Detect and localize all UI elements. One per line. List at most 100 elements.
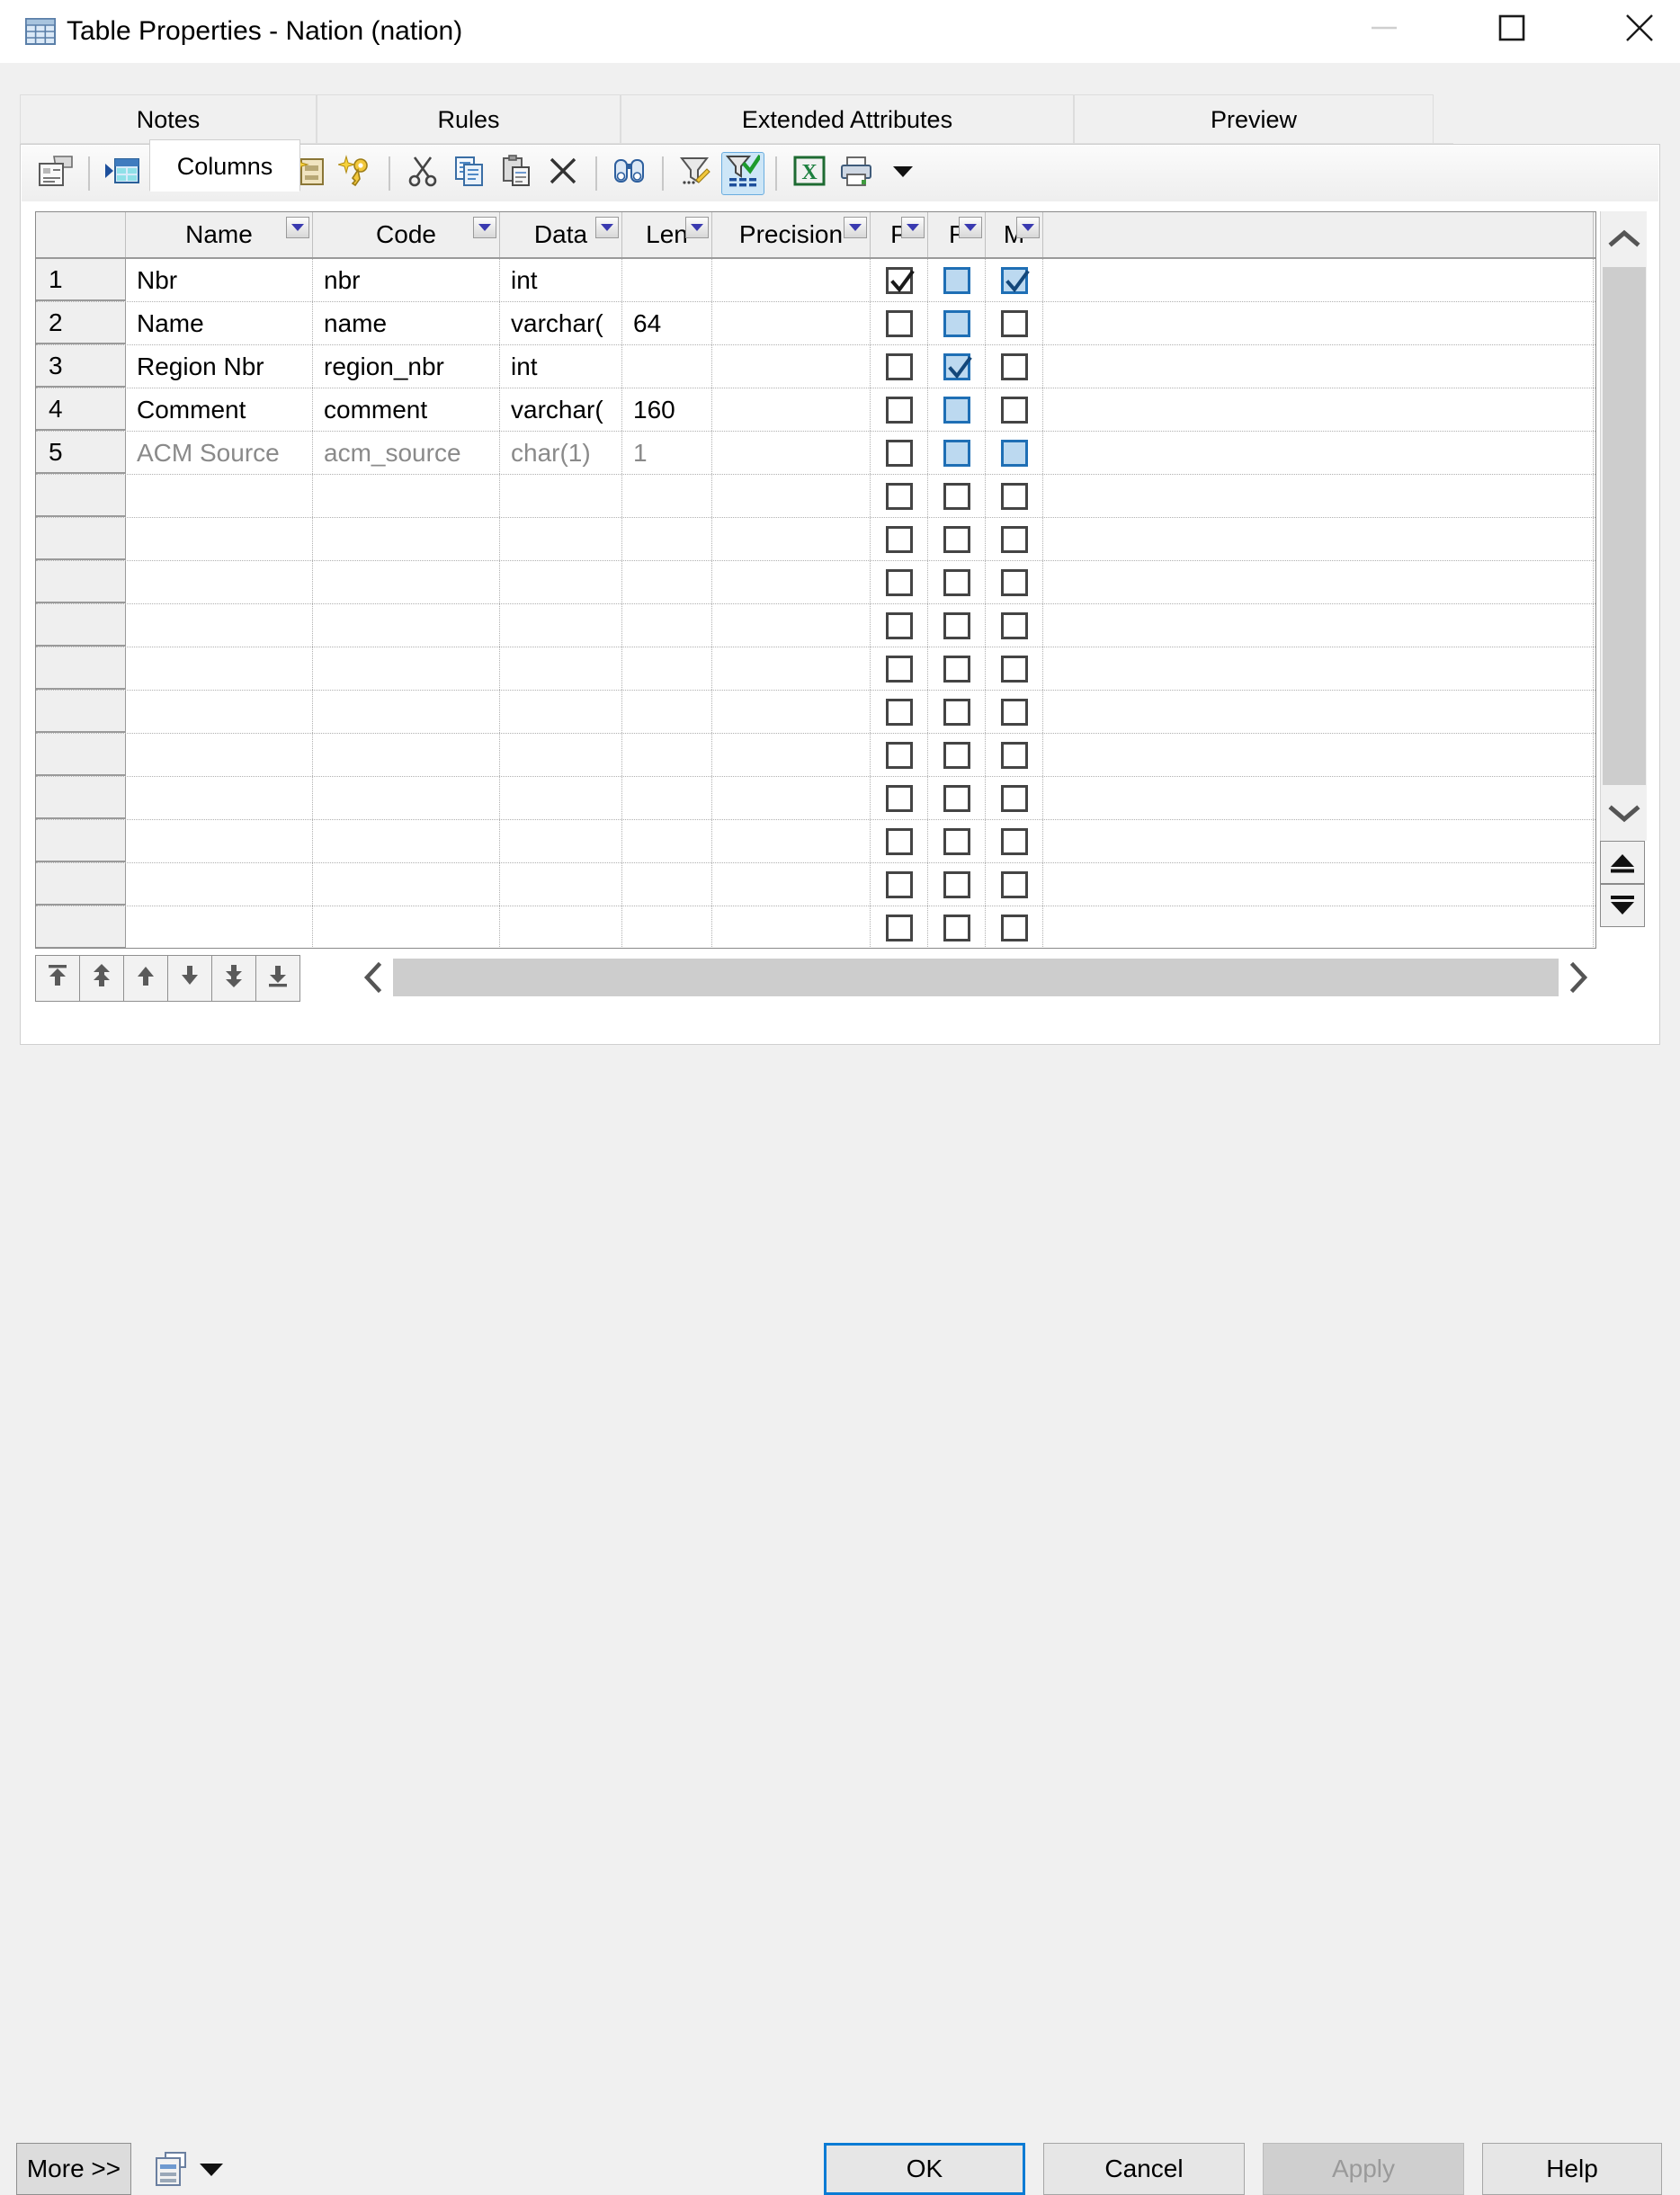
cell-f[interactable] [928, 388, 986, 431]
cell-name[interactable]: ACM Source [126, 432, 313, 474]
cell-name[interactable]: Comment [126, 388, 313, 431]
cell-len[interactable] [622, 475, 712, 517]
cell-p[interactable] [871, 647, 928, 690]
cell-f[interactable] [928, 647, 986, 690]
checkbox-p[interactable] [885, 611, 913, 639]
minimize-button[interactable] [1342, 0, 1426, 56]
checkbox-p[interactable] [885, 870, 913, 898]
checkbox-f[interactable] [943, 870, 970, 898]
grid-row[interactable] [36, 777, 1595, 820]
checkbox-f[interactable] [943, 655, 970, 683]
cell-data[interactable] [500, 604, 622, 647]
move-to-bottom-button[interactable] [255, 955, 300, 1002]
row-header[interactable]: 1 [36, 259, 126, 301]
cell-f[interactable] [928, 906, 986, 948]
scroll-thumb[interactable] [1603, 267, 1646, 785]
cell-data[interactable]: varchar( [500, 388, 622, 431]
checkbox-p[interactable] [885, 914, 913, 941]
ok-button[interactable]: OK [824, 2143, 1025, 2195]
cell-spare[interactable] [1043, 518, 1594, 560]
row-header[interactable] [36, 820, 126, 862]
checkbox-m[interactable] [1000, 741, 1028, 769]
cell-len[interactable] [622, 734, 712, 776]
cell-m[interactable] [986, 432, 1043, 474]
cell-f[interactable] [928, 777, 986, 819]
checkbox-p[interactable] [885, 266, 915, 294]
cell-code[interactable] [313, 647, 500, 690]
cell-f[interactable] [928, 863, 986, 906]
cell-m[interactable] [986, 906, 1043, 948]
tab-rules[interactable]: Rules [317, 94, 621, 143]
cell-p[interactable] [871, 863, 928, 906]
cell-precision[interactable] [712, 691, 871, 733]
cell-code[interactable]: comment [313, 388, 500, 431]
cell-spare[interactable] [1043, 345, 1594, 388]
tab-extended-attributes[interactable]: Extended Attributes [621, 94, 1074, 143]
cell-f[interactable] [928, 604, 986, 647]
move-up-fast-button[interactable] [79, 955, 124, 1002]
cell-name[interactable]: Nbr [126, 259, 313, 301]
cell-precision[interactable] [712, 302, 871, 344]
grid-row[interactable] [36, 561, 1595, 604]
checkbox-f[interactable] [943, 396, 970, 424]
cell-m[interactable] [986, 561, 1043, 603]
checkbox-m[interactable] [1000, 439, 1028, 467]
cell-code[interactable] [313, 604, 500, 647]
checkbox-p[interactable] [885, 439, 913, 467]
cell-name[interactable] [126, 475, 313, 517]
row-header[interactable] [36, 475, 126, 517]
cell-code[interactable] [313, 475, 500, 517]
checkbox-p[interactable] [885, 827, 913, 855]
h-scroll-track[interactable] [393, 959, 1559, 996]
row-header[interactable]: 4 [36, 388, 126, 431]
cell-spare[interactable] [1043, 863, 1594, 906]
cell-spare[interactable] [1043, 475, 1594, 517]
row-header[interactable]: 2 [36, 302, 126, 344]
cell-precision[interactable] [712, 259, 871, 301]
delete-button[interactable] [541, 152, 585, 195]
cell-name[interactable]: Region Nbr [126, 345, 313, 388]
cell-precision[interactable] [712, 432, 871, 474]
checkbox-m[interactable] [1000, 870, 1028, 898]
column-filter-dropdown-f[interactable] [959, 217, 982, 238]
cell-code[interactable]: acm_source [313, 432, 500, 474]
go-to-first-button[interactable] [1600, 841, 1645, 884]
cell-code[interactable]: region_nbr [313, 345, 500, 388]
checkbox-p[interactable] [885, 655, 913, 683]
copy-button[interactable] [448, 152, 491, 195]
checkbox-f[interactable] [943, 698, 970, 726]
cell-m[interactable] [986, 345, 1043, 388]
cell-len[interactable] [622, 561, 712, 603]
cell-len[interactable] [622, 604, 712, 647]
cell-len[interactable] [622, 518, 712, 560]
cell-data[interactable] [500, 734, 622, 776]
checkbox-m[interactable] [1000, 784, 1028, 812]
row-header[interactable] [36, 647, 126, 690]
cell-data[interactable] [500, 691, 622, 733]
cell-name[interactable] [126, 734, 313, 776]
checkbox-p[interactable] [885, 352, 913, 380]
cell-len[interactable]: 1 [622, 432, 712, 474]
scroll-track[interactable] [1603, 267, 1646, 785]
cell-p[interactable] [871, 906, 928, 948]
row-header[interactable] [36, 691, 126, 733]
cell-name[interactable] [126, 906, 313, 948]
checkbox-f[interactable] [943, 914, 970, 941]
move-to-top-button[interactable] [35, 955, 80, 1002]
cell-data[interactable] [500, 647, 622, 690]
cell-spare[interactable] [1043, 432, 1594, 474]
tab-notes[interactable]: Notes [20, 94, 317, 143]
checkbox-f[interactable] [943, 741, 970, 769]
column-header-name[interactable]: Name [126, 212, 313, 257]
cell-code[interactable] [313, 734, 500, 776]
cell-data[interactable]: varchar( [500, 302, 622, 344]
go-to-last-button[interactable] [1600, 884, 1645, 927]
row-header[interactable]: 5 [36, 432, 126, 474]
checkbox-m[interactable] [1000, 611, 1028, 639]
column-header-code[interactable]: Code [313, 212, 500, 257]
checkbox-f[interactable] [943, 309, 970, 337]
cell-name[interactable] [126, 863, 313, 906]
row-header[interactable]: 3 [36, 345, 126, 388]
cell-data[interactable] [500, 863, 622, 906]
tab-preview[interactable]: Preview [1074, 94, 1434, 143]
